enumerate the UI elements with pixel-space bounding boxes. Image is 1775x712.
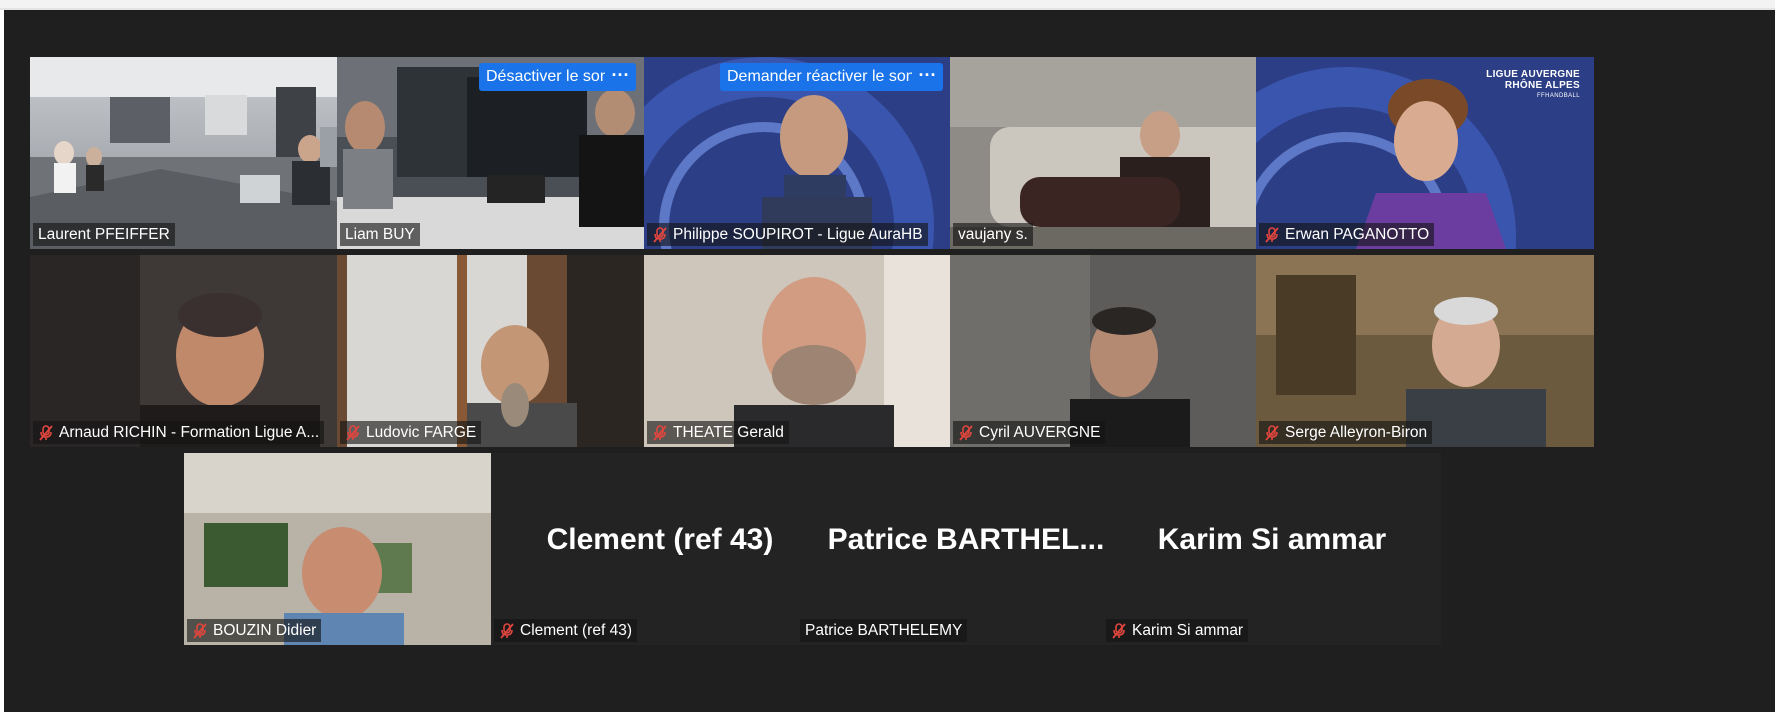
participant-tile-clement-ref-43[interactable]: Clement (ref 43) Clement (ref 43) <box>491 453 829 645</box>
participant-name-label: Philippe SOUPIROT - Ligue AuraHB <box>647 223 928 246</box>
muted-microphone-icon <box>959 424 973 441</box>
participant-tile-liam-buy[interactable]: Désactiver le son ··· Liam BUY <box>337 57 675 249</box>
participant-name: Liam BUY <box>345 226 415 243</box>
participant-name: vaujany s. <box>958 226 1028 243</box>
muted-microphone-icon <box>653 424 667 441</box>
more-options-icon[interactable]: ··· <box>912 63 943 91</box>
participant-name-label: Ludovic FARGE <box>340 421 482 444</box>
participant-video <box>184 453 522 645</box>
participant-name: Clement (ref 43) <box>520 622 632 639</box>
participant-video <box>1256 255 1594 447</box>
participant-name-label: BOUZIN Didier <box>187 619 322 642</box>
participant-name-label: Laurent PFEIFFER <box>33 223 175 246</box>
participant-name-label: Patrice BARTHELEMY <box>800 619 968 642</box>
more-options-icon[interactable]: ··· <box>605 63 636 91</box>
participant-tile-erwan-paganotto[interactable]: LIGUE AUVERGNE RHÔNE ALPES FFHANDBALL Er… <box>1256 57 1594 249</box>
participant-tile-bouzin-didier[interactable]: BOUZIN Didier <box>184 453 522 645</box>
participant-video <box>950 255 1288 447</box>
participant-name-label: Liam BUY <box>340 223 420 246</box>
participant-name: Arnaud RICHIN - Formation Ligue A... <box>59 424 320 441</box>
participant-name-label: THEATE Gerald <box>647 421 789 444</box>
muted-microphone-icon <box>500 622 514 639</box>
participant-name-label: Erwan PAGANOTTO <box>1259 223 1435 246</box>
participant-name: Karim Si ammar <box>1132 622 1244 639</box>
participant-tile-patrice-barthelemy[interactable]: Patrice BARTHEL... Patrice BARTHELEMY <box>797 453 1135 645</box>
muted-microphone-icon <box>39 424 53 441</box>
participant-name-label: Serge Alleyron-Biron <box>1259 421 1433 444</box>
participant-tile-theate-gerald[interactable]: THEATE Gerald <box>644 255 982 447</box>
participant-name: Erwan PAGANOTTO <box>1285 226 1430 243</box>
participant-display-name: Patrice BARTHEL... <box>827 523 1105 556</box>
participant-tile-serge-alleyron-biron[interactable]: Serge Alleyron-Biron <box>1256 255 1594 447</box>
participant-name: Serge Alleyron-Biron <box>1285 424 1428 441</box>
participant-tile-ludovic-farge[interactable]: Ludovic FARGE <box>337 255 675 447</box>
participant-name-label: vaujany s. <box>953 223 1033 246</box>
participant-tile-laurent-pfeiffer[interactable]: Laurent PFEIFFER <box>30 57 368 249</box>
participant-gallery: Laurent PFEIFFER Désactiver le son ··· L… <box>4 10 1775 712</box>
participant-tile-arnaud-richin[interactable]: Arnaud RICHIN - Formation Ligue A... <box>30 255 368 447</box>
participant-tile-philippe-soupirot[interactable]: Demander réactiver le son ··· Philippe S… <box>644 57 982 249</box>
muted-microphone-icon <box>346 424 360 441</box>
participant-name: Laurent PFEIFFER <box>38 226 170 243</box>
participant-name-label: Cyril AUVERGNE <box>953 421 1106 444</box>
participant-display-name: Clement (ref 43) <box>546 523 774 556</box>
muted-microphone-icon <box>1265 226 1279 243</box>
muted-microphone-icon <box>193 622 207 639</box>
participant-video <box>337 255 675 447</box>
muted-microphone-icon <box>653 226 667 243</box>
mute-participant-button[interactable]: Désactiver le son <box>479 63 616 91</box>
participant-video <box>30 255 368 447</box>
participant-tile-karim-si-ammar[interactable]: Karim Si ammar Karim Si ammar <box>1103 453 1441 645</box>
participant-name-label: Clement (ref 43) <box>494 619 637 642</box>
request-unmute-button[interactable]: Demander réactiver le son <box>720 63 922 91</box>
league-logo: LIGUE AUVERGNE RHÔNE ALPES FFHANDBALL <box>1486 69 1580 99</box>
participant-video <box>644 255 982 447</box>
muted-microphone-icon <box>1265 424 1279 441</box>
participant-name: Patrice BARTHELEMY <box>805 622 963 639</box>
participant-name: Ludovic FARGE <box>366 424 477 441</box>
participant-name: Philippe SOUPIROT - Ligue AuraHB <box>673 226 923 243</box>
participant-tile-cyril-auvergne[interactable]: Cyril AUVERGNE <box>950 255 1288 447</box>
video-call-window: Laurent PFEIFFER Désactiver le son ··· L… <box>0 0 1775 712</box>
participant-video <box>30 57 368 249</box>
muted-microphone-icon <box>1112 622 1126 639</box>
participant-display-name: Karim Si ammar <box>1157 523 1387 556</box>
participant-name: THEATE Gerald <box>673 424 784 441</box>
participant-name: BOUZIN Didier <box>213 622 317 639</box>
window-top-strip <box>0 0 1775 10</box>
participant-tile-vaujany-s[interactable]: vaujany s. <box>950 57 1288 249</box>
participant-name-label: Arnaud RICHIN - Formation Ligue A... <box>33 421 325 444</box>
participant-name-label: Karim Si ammar <box>1106 619 1249 642</box>
participant-name: Cyril AUVERGNE <box>979 424 1101 441</box>
participant-video <box>950 57 1288 249</box>
